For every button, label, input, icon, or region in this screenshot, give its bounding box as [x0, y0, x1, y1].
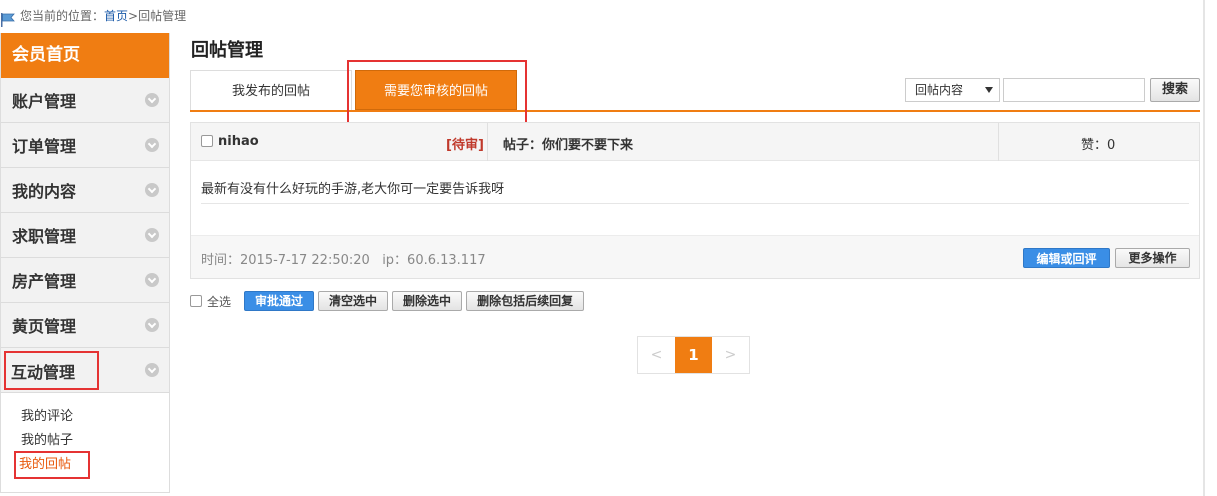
- chevron-down-icon: [145, 318, 159, 332]
- sidebar-item-interaction[interactable]: 互动管理: [1, 348, 169, 393]
- breadcrumb-separator: >: [128, 9, 139, 23]
- sidebar-submenu: 我的评论 我的帖子 我的回帖: [1, 393, 169, 479]
- prev-page-button[interactable]: <: [638, 337, 675, 373]
- chevron-down-icon: [145, 138, 159, 152]
- sidebar-item-label: 订单管理: [12, 137, 77, 156]
- chevron-down-icon: [145, 183, 159, 197]
- divider: [201, 203, 1189, 204]
- reply-username[interactable]: nihao: [218, 134, 259, 149]
- clear-selection-button[interactable]: 清空选中: [318, 291, 389, 311]
- chevron-down-icon: [145, 93, 159, 107]
- delete-selected-button[interactable]: 删除选中: [392, 291, 463, 311]
- chevron-down-icon: [145, 273, 159, 287]
- submenu-item-my-comments[interactable]: 我的评论: [21, 405, 169, 429]
- chevron-down-icon: [145, 228, 159, 242]
- page-border: [1203, 0, 1205, 496]
- select-all-label[interactable]: 全选: [207, 293, 231, 310]
- reply-card: nihao [待审] 帖子：你们要不要下来 赞：0 最新有没有什么好玩的手游,老…: [190, 122, 1200, 279]
- reply-meta: 时间：2015-7-17 22:50:20 ip：60.6.13.117: [201, 253, 486, 268]
- reply-likes: 赞：0: [1081, 138, 1116, 153]
- sidebar-item-jobs[interactable]: 求职管理: [1, 213, 169, 258]
- highlight-outline: [347, 60, 527, 124]
- chevron-down-icon: [145, 363, 159, 377]
- reply-card-header: nihao [待审] 帖子：你们要不要下来 赞：0: [191, 123, 1199, 161]
- search-field-selected: 回帖内容: [915, 83, 964, 97]
- pagination: < 1 >: [637, 336, 750, 374]
- caret-down-icon: [985, 87, 993, 93]
- reply-card-body: 最新有没有什么好玩的手游,老大你可一定要告诉我呀: [191, 161, 1199, 235]
- sidebar-item-member-home[interactable]: 会员首页: [1, 33, 169, 78]
- sidebar-item-label: 互动管理: [3, 350, 100, 390]
- submenu-item-my-replies[interactable]: 我的回帖: [14, 451, 90, 479]
- sidebar-item-label: 黄页管理: [12, 317, 77, 336]
- delete-with-replies-button[interactable]: 删除包括后续回复: [466, 291, 585, 311]
- sidebar-item-label: 账户管理: [12, 92, 77, 111]
- search-input[interactable]: [1003, 78, 1145, 102]
- divider: [487, 123, 488, 161]
- divider: [998, 123, 999, 161]
- select-all-checkbox[interactable]: [190, 295, 202, 307]
- page-number-current[interactable]: 1: [675, 337, 712, 373]
- breadcrumb-prefix: 您当前的位置：: [20, 9, 105, 23]
- sidebar-item-orders[interactable]: 订单管理: [1, 123, 169, 168]
- sidebar-item-property[interactable]: 房产管理: [1, 258, 169, 303]
- reply-post-title[interactable]: 帖子：你们要不要下来: [503, 134, 633, 153]
- approve-button[interactable]: 审批通过: [244, 291, 315, 311]
- reply-content: 最新有没有什么好玩的手游,老大你可一定要告诉我呀: [201, 182, 505, 197]
- breadcrumb: 您当前的位置： 首页 > 回帖管理: [0, 0, 186, 32]
- sidebar-item-yellow-pages[interactable]: 黄页管理: [1, 303, 169, 348]
- tab-my-replies[interactable]: 我发布的回帖: [190, 70, 352, 110]
- reply-checkbox[interactable]: [201, 135, 213, 147]
- more-actions-button[interactable]: 更多操作: [1115, 248, 1190, 268]
- reply-card-footer: 时间：2015-7-17 22:50:20 ip：60.6.13.117 编辑或…: [191, 235, 1199, 278]
- sidebar-item-label: 房产管理: [12, 272, 77, 291]
- sidebar-item-account[interactable]: 账户管理: [1, 78, 169, 123]
- flag-icon: [0, 8, 18, 27]
- edit-or-reply-button[interactable]: 编辑或回评: [1023, 248, 1110, 268]
- next-page-button[interactable]: >: [712, 337, 749, 373]
- sidebar: 会员首页 账户管理 订单管理 我的内容 求职管理 房产管理 黄页管理 互动管理 …: [0, 33, 170, 493]
- sidebar-item-label: 求职管理: [12, 227, 77, 246]
- sidebar-item-label: 我的内容: [12, 182, 77, 201]
- sidebar-item-content[interactable]: 我的内容: [1, 168, 169, 213]
- status-badge: [待审]: [446, 138, 484, 153]
- submenu-item-my-posts[interactable]: 我的帖子: [21, 429, 169, 453]
- breadcrumb-home-link[interactable]: 首页: [104, 0, 128, 32]
- search-field-select[interactable]: 回帖内容: [905, 78, 1000, 102]
- batch-actions: 全选 审批通过 清空选中 删除选中 删除包括后续回复: [190, 290, 588, 312]
- page-title: 回帖管理: [191, 40, 263, 61]
- search-button[interactable]: 搜索: [1150, 78, 1200, 102]
- breadcrumb-current: 回帖管理: [138, 9, 187, 23]
